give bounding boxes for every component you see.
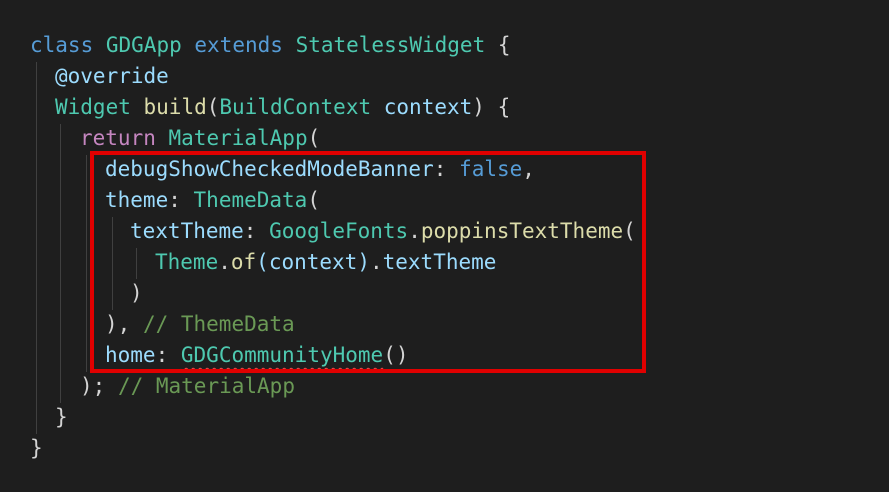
annotation: @override (55, 64, 169, 88)
paren: ( (206, 95, 220, 119)
code-editor[interactable]: class GDGApp extends StatelessWidget { @… (0, 0, 889, 492)
return-type: Widget (55, 95, 131, 119)
paren: ( (307, 126, 321, 150)
method-name: build (143, 95, 207, 119)
keyword-class: class (30, 33, 94, 57)
close-brace: } (55, 405, 68, 429)
close-brace: } (30, 436, 43, 460)
indent-guide (36, 62, 37, 434)
code-line-4: return MaterialApp( (80, 123, 320, 154)
param-name: context (383, 95, 473, 119)
indent-guide (86, 155, 87, 372)
indent-guide (60, 124, 61, 403)
brace: { (497, 33, 511, 57)
param-type: BuildContext (219, 95, 372, 119)
class-name: GDGApp (105, 33, 182, 57)
close-paren: ); (80, 374, 106, 398)
base-class: StatelessWidget (295, 33, 486, 57)
code-line-3: Widget build(BuildContext context) { (55, 92, 510, 123)
code-line-12: ); // MaterialApp (80, 371, 295, 402)
code-line-13: } (55, 402, 68, 433)
material-app-type: MaterialApp (168, 126, 308, 150)
highlight-box (90, 151, 646, 373)
comment-materialapp: // MaterialApp (117, 374, 295, 398)
keyword-extends: extends (194, 33, 283, 57)
code-line-2: @override (55, 61, 169, 92)
close-paren-brace: ) { (472, 95, 511, 119)
code-line-14: } (30, 433, 43, 464)
keyword-return: return (80, 126, 156, 150)
code-line-1: class GDGApp extends StatelessWidget { (30, 30, 511, 61)
